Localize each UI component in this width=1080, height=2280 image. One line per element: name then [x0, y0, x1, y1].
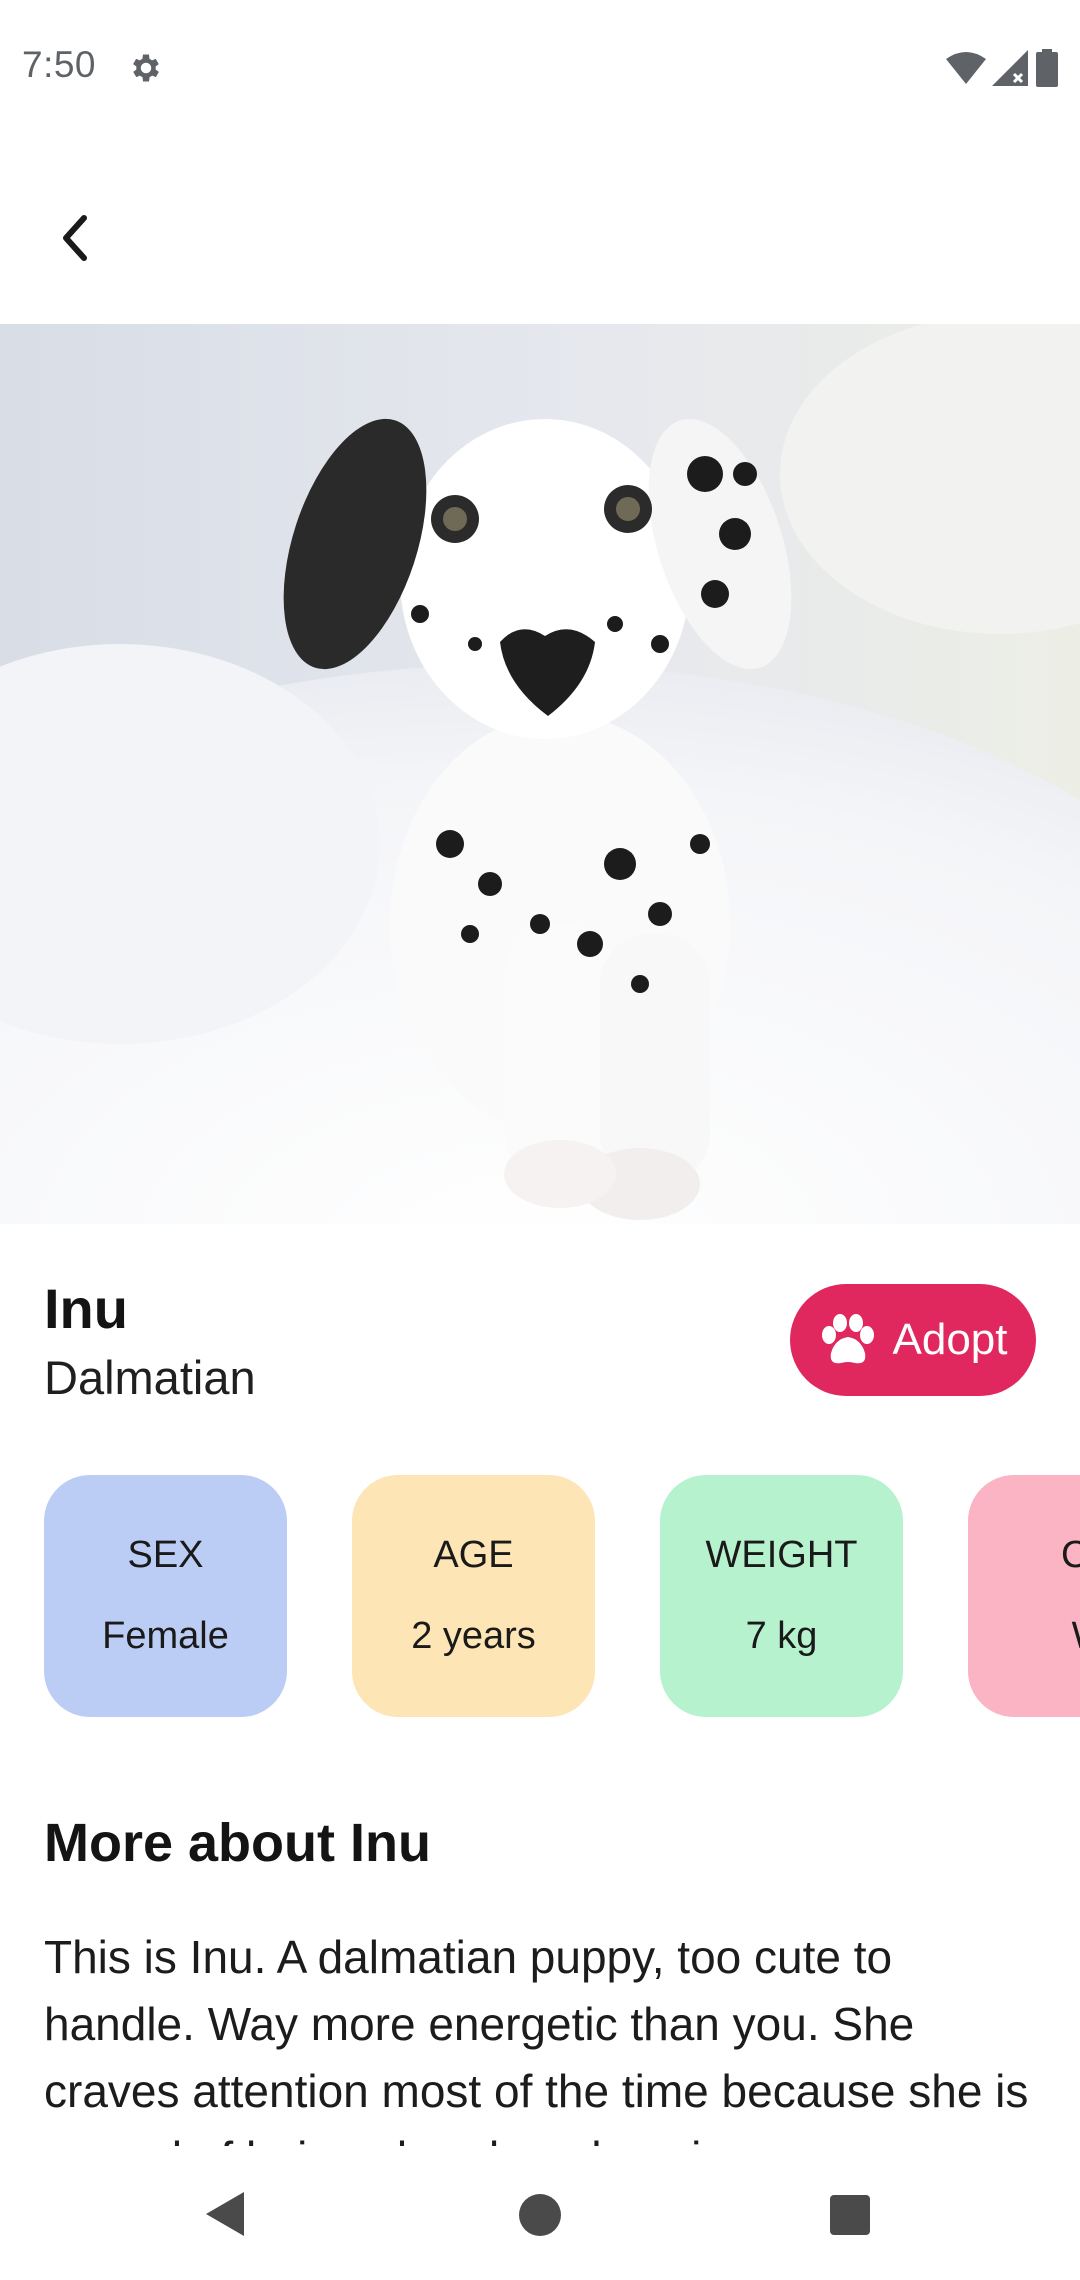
gear-icon: [133, 54, 159, 82]
paw-icon: [821, 1314, 874, 1364]
stat-label: CO: [1061, 1534, 1080, 1576]
home-circle-icon[interactable]: [519, 2194, 561, 2236]
adopt-button[interactable]: Adopt: [790, 1284, 1036, 1396]
stat-value: 7 kg: [745, 1615, 818, 1657]
about-title: More about Inu: [44, 1813, 431, 1873]
stat-value: 2 years: [411, 1615, 536, 1657]
pet-name: Inu: [44, 1277, 128, 1340]
back-button[interactable]: [36, 198, 116, 278]
stat-value: Female: [102, 1615, 229, 1657]
status-icons: [946, 48, 1058, 88]
stat-card-age: AGE 2 years: [352, 1475, 595, 1717]
stat-label: SEX: [127, 1534, 204, 1576]
signal-icon: [992, 50, 1028, 86]
dalmatian-puppy-photo: [0, 324, 1080, 1224]
stat-card-sex: SEX Female: [44, 1475, 287, 1717]
stat-label: WEIGHT: [705, 1534, 858, 1576]
pet-breed: Dalmatian: [44, 1351, 256, 1404]
stat-card-color: CO W: [968, 1475, 1080, 1717]
app-bar: [0, 136, 1080, 324]
stat-label: AGE: [433, 1534, 514, 1576]
status-time: 7:50: [22, 44, 97, 85]
stats-row[interactable]: SEX Female AGE 2 years WEIGHT 7 kg CO W: [0, 1475, 1080, 1720]
back-triangle-icon[interactable]: [206, 2192, 246, 2236]
stat-card-weight: WEIGHT 7 kg: [660, 1475, 903, 1717]
system-nav-bar: [0, 2148, 1080, 2280]
pet-photo: [0, 324, 1080, 1224]
stat-value: W: [1072, 1615, 1080, 1658]
status-bar: 7:50: [0, 0, 1080, 136]
about-section[interactable]: This is Inu. A dalmatian puppy, too cute…: [44, 1924, 1044, 2146]
recents-square-icon[interactable]: [830, 2195, 870, 2235]
wifi-icon: [946, 52, 986, 84]
adopt-button-label: Adopt: [892, 1315, 1008, 1364]
about-text: This is Inu. A dalmatian puppy, too cute…: [44, 1931, 1029, 2146]
battery-icon: [1036, 49, 1058, 87]
chevron-left-icon: [63, 215, 87, 261]
